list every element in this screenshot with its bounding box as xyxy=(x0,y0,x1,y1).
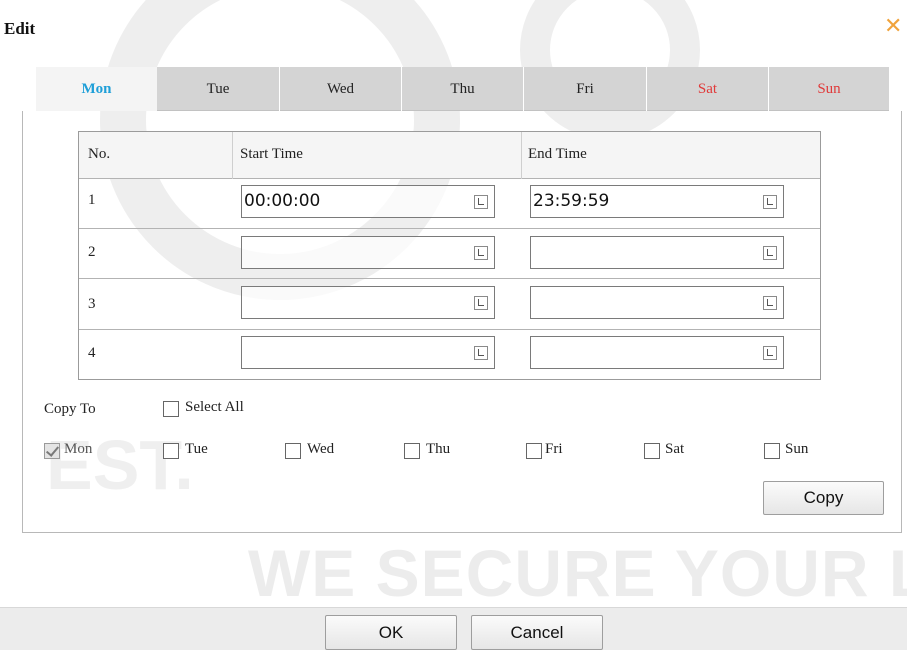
dialog-title: Edit xyxy=(4,19,36,38)
clock-icon[interactable] xyxy=(763,296,777,310)
ok-button[interactable]: OK xyxy=(325,615,457,650)
row-number: 3 xyxy=(88,296,96,312)
tab-tue[interactable]: Tue xyxy=(157,67,279,111)
table-header-row: No. Start Time End Time xyxy=(79,132,820,179)
start-time-input[interactable] xyxy=(241,336,495,369)
copy-to-label: Copy To xyxy=(44,401,96,417)
start-time-value: 00:00:00 xyxy=(244,191,321,211)
copy-mon-checkbox[interactable] xyxy=(44,443,60,459)
start-time-input[interactable]: 00:00:00 xyxy=(241,185,495,218)
copy-tue-checkbox[interactable] xyxy=(163,443,179,459)
tab-thu[interactable]: Thu xyxy=(402,67,523,111)
start-time-input[interactable] xyxy=(241,286,495,319)
row-divider xyxy=(79,329,820,330)
clock-icon[interactable] xyxy=(763,195,777,209)
copy-sun-checkbox[interactable] xyxy=(764,443,780,459)
title-bar xyxy=(0,10,907,46)
cancel-button[interactable]: Cancel xyxy=(471,615,603,650)
row-number: 4 xyxy=(88,345,96,361)
copy-mon-label: Mon xyxy=(64,441,93,457)
end-time-input[interactable] xyxy=(530,336,784,369)
end-time-input[interactable] xyxy=(530,236,784,269)
header-start-time: Start Time xyxy=(240,146,303,162)
watermark-text: WE SECURE YOUR LI xyxy=(248,536,907,610)
row-divider xyxy=(79,278,820,279)
copy-thu-checkbox[interactable] xyxy=(404,443,420,459)
select-all-label: Select All xyxy=(185,399,244,415)
clock-icon[interactable] xyxy=(474,246,488,260)
tab-mon[interactable]: Mon xyxy=(36,67,157,111)
select-all-checkbox[interactable] xyxy=(163,401,179,417)
tab-sun[interactable]: Sun xyxy=(769,67,889,111)
copy-fri-checkbox[interactable] xyxy=(526,443,542,459)
copy-button[interactable]: Copy xyxy=(763,481,884,515)
copy-wed-label: Wed xyxy=(307,441,335,457)
copy-thu-label: Thu xyxy=(426,441,451,457)
tab-sat[interactable]: Sat xyxy=(647,67,768,111)
clock-icon[interactable] xyxy=(763,246,777,260)
column-divider xyxy=(521,132,522,179)
header-no: No. xyxy=(88,146,111,162)
clock-icon[interactable] xyxy=(763,346,777,360)
copy-wed-checkbox[interactable] xyxy=(285,443,301,459)
row-number: 1 xyxy=(88,192,96,208)
tab-wed[interactable]: Wed xyxy=(280,67,401,111)
column-divider xyxy=(232,132,233,179)
copy-sat-checkbox[interactable] xyxy=(644,443,660,459)
copy-sun-label: Sun xyxy=(785,441,809,457)
copy-sat-label: Sat xyxy=(665,441,685,457)
copy-tue-label: Tue xyxy=(185,441,208,457)
end-time-input[interactable]: 23:59:59 xyxy=(530,185,784,218)
copy-fri-label: Fri xyxy=(545,441,563,457)
end-time-value: 23:59:59 xyxy=(533,191,610,211)
row-divider xyxy=(79,228,820,229)
clock-icon[interactable] xyxy=(474,195,488,209)
header-end-time: End Time xyxy=(528,146,587,162)
row-number: 2 xyxy=(88,244,96,260)
tab-fri[interactable]: Fri xyxy=(524,67,646,111)
end-time-input[interactable] xyxy=(530,286,784,319)
day-tabs: Mon Tue Wed Thu Fri Sat Sun xyxy=(36,67,889,111)
schedule-table: No. Start Time End Time 1 00:00:00 23:59… xyxy=(78,131,821,380)
start-time-input[interactable] xyxy=(241,236,495,269)
close-icon[interactable]: ✕ xyxy=(884,14,902,39)
clock-icon[interactable] xyxy=(474,346,488,360)
clock-icon[interactable] xyxy=(474,296,488,310)
